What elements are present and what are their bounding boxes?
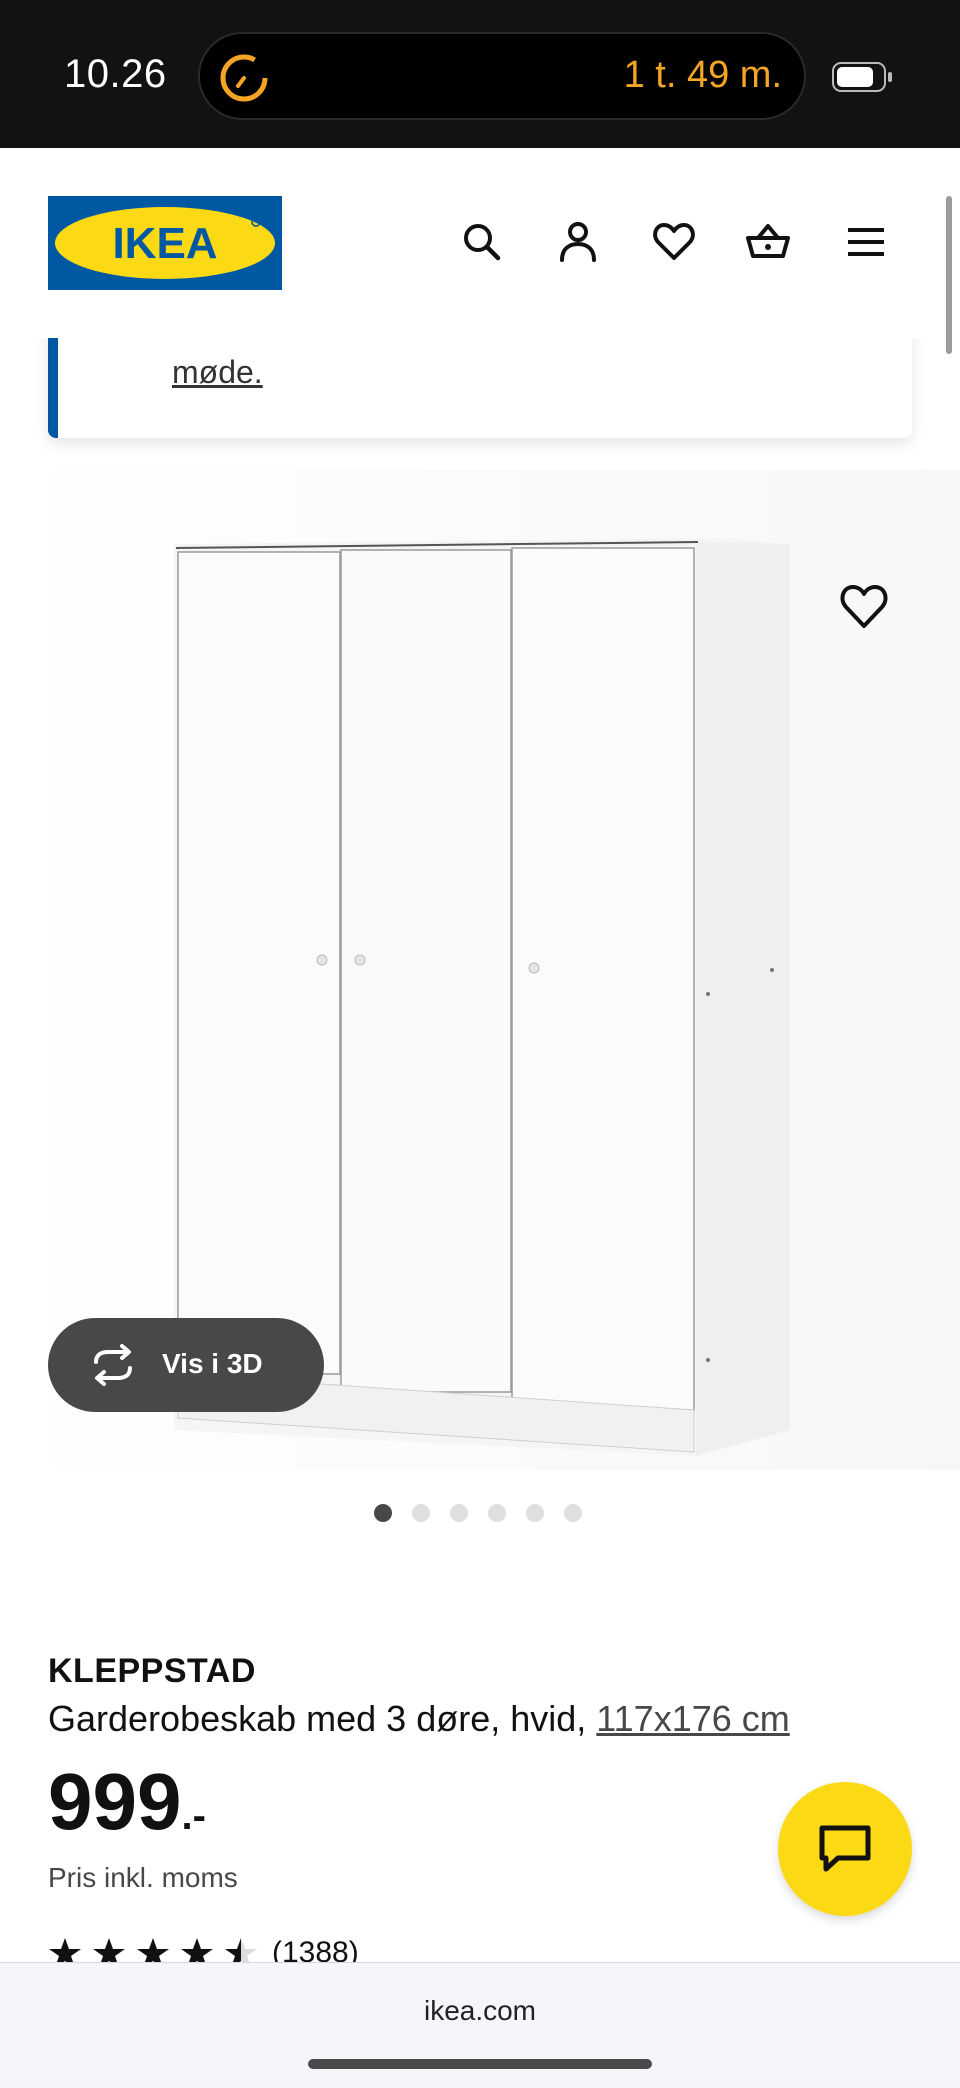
gallery-dot[interactable] (450, 1504, 468, 1522)
product-name: KLEPPSTAD (48, 1652, 256, 1690)
svg-text:IKEA: IKEA (112, 219, 217, 268)
basket-icon[interactable] (744, 218, 792, 266)
product-dimensions-link[interactable]: 117x176 cm (596, 1698, 789, 1739)
price-suffix: .- (181, 1794, 206, 1838)
dynamic-island[interactable]: 1 t. 49 m. (198, 32, 806, 120)
notice-link[interactable]: møde. (172, 354, 263, 391)
account-icon[interactable] (554, 218, 602, 266)
chat-button[interactable] (778, 1782, 912, 1916)
url-text[interactable]: ikea.com (0, 1995, 960, 2027)
favorite-heart-icon[interactable] (834, 576, 894, 636)
product-description-text: Garderobeskab med 3 døre, hvid, (48, 1698, 587, 1739)
site-header: IKEA (0, 148, 960, 338)
timer-text: 1 t. 49 m. (623, 54, 782, 96)
price-value: 999 (48, 1757, 182, 1846)
menu-icon[interactable] (842, 218, 890, 266)
gallery-dot[interactable] (412, 1504, 430, 1522)
gallery-dot[interactable] (526, 1504, 544, 1522)
heart-icon[interactable] (650, 218, 698, 266)
view-3d-label: Vis i 3D (162, 1348, 263, 1379)
battery-icon (832, 62, 892, 92)
browser-address-bar[interactable]: ikea.com (0, 1962, 960, 2088)
price-note: Pris inkl. moms (48, 1862, 238, 1893)
rotate-3d-icon (94, 1344, 132, 1386)
status-bar: 10.26 1 t. 49 m. (0, 0, 960, 148)
search-icon[interactable] (458, 218, 506, 266)
home-indicator[interactable] (308, 2059, 652, 2069)
view-3d-button[interactable]: Vis i 3D (48, 1318, 324, 1412)
product-price: 999.- (48, 1762, 206, 1842)
gallery-dot[interactable] (488, 1504, 506, 1522)
gallery-dot[interactable] (374, 1504, 392, 1522)
timer-icon (220, 54, 268, 102)
status-time: 10.26 (64, 52, 167, 96)
chat-icon (819, 1825, 871, 1872)
ikea-logo[interactable]: IKEA (48, 196, 282, 290)
gallery-dot[interactable] (564, 1504, 582, 1522)
scrollbar[interactable] (946, 196, 952, 354)
product-description: Garderobeskab med 3 døre, hvid, 117x176 … (48, 1698, 790, 1740)
